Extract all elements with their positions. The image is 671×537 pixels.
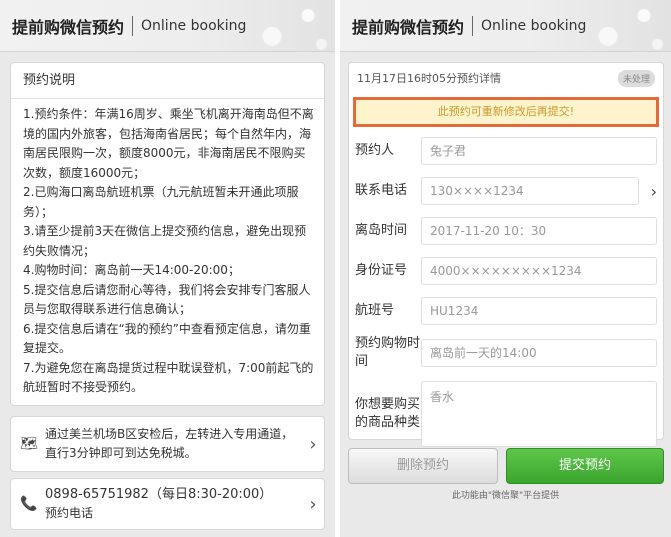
field-phone: 联系电话 130××××1234 › [349, 173, 663, 209]
route-info-row[interactable]: 🗺 通过美兰机场B区安检后，左转进入专用通道，直行3分钟即可到达免税城。 › [10, 416, 325, 472]
booking-info-screen: 提前购微信预约 Online booking 预约说明 1.预约条件：年满16周… [0, 0, 335, 537]
chevron-right-icon[interactable]: › [639, 182, 657, 201]
route-text: 通过美兰机场B区安检后，左转进入专用通道，直行3分钟即可到达免税城。 [45, 427, 294, 460]
field-departure-time: 离岛时间 2017-11-20 10：30 [349, 213, 663, 249]
detail-title: 11月17日16时05分预约详情 [357, 72, 501, 85]
platform-footer: 此功能由"微信聚"平台提供 [451, 491, 560, 501]
chevron-right-icon: › [309, 433, 317, 455]
field-label: 身份证号 [355, 263, 408, 278]
notice-title: 预约说明 [11, 63, 324, 99]
detail-header: 11月17日16时05分预约详情 未处理 [349, 63, 663, 93]
chevron-right-icon: › [309, 493, 317, 515]
phone-info-row[interactable]: 📞 0898-65751982（每日8:30-20:00） 预约电话 › [10, 478, 325, 530]
field-label: 离岛时间 [355, 223, 408, 238]
map-icon: 🗺 [20, 436, 38, 452]
booking-notice-card: 预约说明 1.预约条件：年满16周岁、乘坐飞机离开海南岛但不离境的国内外旅客，包… [10, 62, 325, 406]
booking-detail-screen: 提前购微信预约 Online booking 11月17日16时05分预约详情 … [340, 0, 671, 537]
rule-item: 4.购物时间：离岛前一天14:00-20:00； [23, 263, 240, 277]
submit-booking-button[interactable]: 提交预约 [506, 448, 664, 484]
delete-booking-button[interactable]: 删除预约 [348, 448, 498, 484]
rule-item: 7.为避免您在离岛提货过程中耽误登机，7:00前起飞的航班暂时不接受预约。 [23, 360, 314, 395]
flight-number-input[interactable]: HU1234 [421, 297, 657, 325]
rule-item: 2.已购海口离岛航班机票（九元航班暂未开通此项服务）； [23, 185, 299, 219]
page-title: 提前购微信预约 [352, 17, 465, 37]
rule-item: 5.提交信息后请您耐心等待，我们将会安排专门客服人员与您取得联系进行信息确认； [23, 282, 311, 317]
shopping-time-input[interactable]: 离岛前一天的14:00 [421, 339, 657, 367]
field-label: 预约人 [355, 143, 395, 158]
phone-input[interactable]: 130××××1234 [421, 177, 639, 205]
page-subtitle: Online booking [481, 17, 587, 34]
header-decoration [245, 0, 335, 52]
departure-time-input[interactable]: 2017-11-20 10：30 [421, 217, 657, 245]
id-number-input[interactable]: 4000×××××××××1234 [421, 257, 657, 285]
status-badge: 未处理 [617, 69, 655, 87]
page-header: 提前购微信预约 Online booking [0, 0, 335, 52]
edit-alert-banner: 此预约可重新修改后再提交! [353, 97, 659, 127]
header-decoration [581, 0, 671, 52]
phone-number: 0898-65751982（每日8:30-20:00） [45, 487, 273, 502]
booking-detail-card: 11月17日16时05分预约详情 未处理 此预约可重新修改后再提交! 预约人 兔… [348, 62, 664, 447]
field-flight-number: 航班号 HU1234 [349, 293, 663, 329]
notice-rules: 1.预约条件：年满16周岁、乘坐飞机离开海南岛但不离境的国内外旅客，包括海南省居… [11, 99, 324, 398]
page-header: 提前购微信预约 Online booking [340, 0, 671, 52]
field-label: 航班号 [355, 303, 395, 318]
page-title: 提前购微信预约 [12, 17, 125, 37]
page-subtitle: Online booking [141, 17, 247, 34]
rule-item: 6.提交信息后请在“我的预约”中查看预定信息，请勿重复提交。 [23, 321, 311, 356]
field-booker: 预约人 兔子君 [349, 133, 663, 169]
field-id-number: 身份证号 4000×××××××××1234 [349, 253, 663, 289]
field-label: 联系电话 [355, 183, 408, 198]
field-label: 预约购物时间 [355, 336, 421, 369]
booker-input[interactable]: 兔子君 [421, 137, 657, 165]
title-divider [132, 15, 134, 36]
title-divider [472, 15, 474, 36]
field-product-category: 你想要购买的商品种类 香水 [349, 379, 663, 449]
rule-item: 3.请至少提前3天在微信上提交预约信息，避免出现预约失败情况； [23, 224, 307, 258]
field-label: 你想要购买的商品种类 [355, 397, 421, 430]
field-shopping-time: 预约购物时间 离岛前一天的14:00 [349, 333, 663, 373]
phone-text: 0898-65751982（每日8:30-20:00） 预约电话 [39, 485, 302, 523]
rule-item: 1.预约条件：年满16周岁、乘坐飞机离开海南岛但不离境的国内外旅客，包括海南省居… [23, 107, 314, 180]
phone-icon: 📞 [20, 496, 38, 512]
phone-label: 预约电话 [45, 506, 94, 520]
product-category-textarea[interactable]: 香水 [421, 381, 657, 447]
